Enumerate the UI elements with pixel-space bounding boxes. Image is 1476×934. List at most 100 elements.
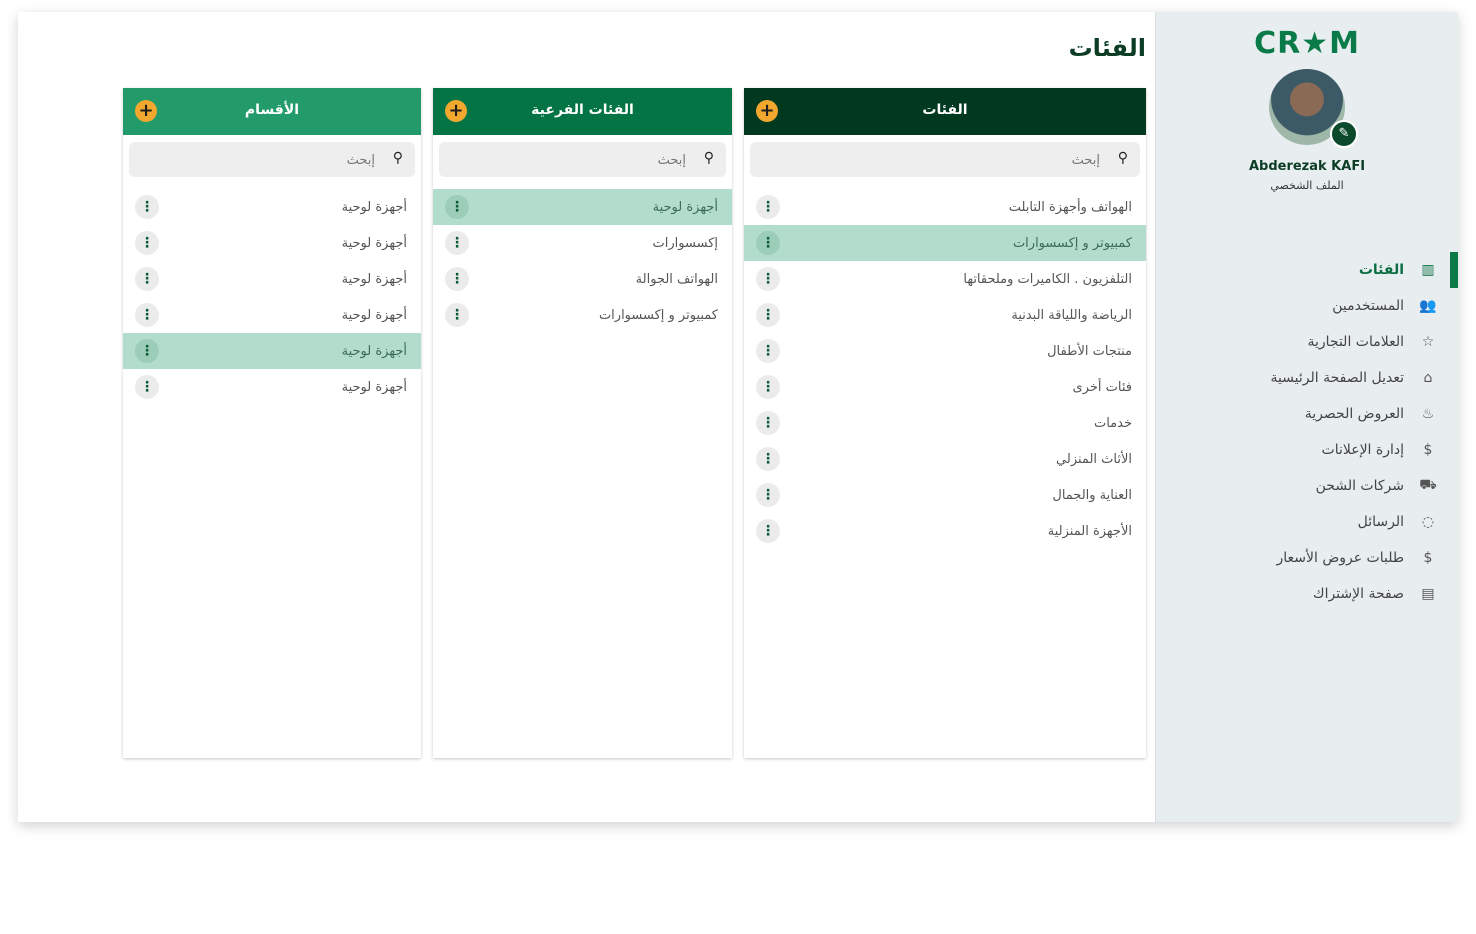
more-vertical-icon[interactable]: ⋮ [756,231,780,255]
categories-list-item[interactable]: التلفزيون . الكاميرات وملحقاتها ⋮ [744,261,1146,297]
list-item-label: أجهزة لوحية [341,307,407,323]
sections-panel: + الأقسام ⚲ أجهزة لوحية⋮أجهزة لوحية⋮أجهز… [123,88,421,758]
sidebar-item-label: الفئات [1358,262,1404,278]
sidebar-item-label: العلامات التجارية [1307,334,1404,350]
more-vertical-icon[interactable]: ⋮ [135,267,159,291]
sections-list-item[interactable]: أجهزة لوحية ⋮ [123,225,421,261]
more-vertical-icon[interactable]: ⋮ [135,231,159,255]
list-item-label: الأجهزة المنزلية [1047,523,1132,539]
more-vertical-icon[interactable]: ⋮ [445,267,469,291]
more-vertical-icon[interactable]: ⋮ [756,195,780,219]
more-vertical-icon[interactable]: ⋮ [445,303,469,327]
user-name: Abderezak KAFI [1248,159,1366,174]
search-icon: ⚲ [1117,150,1128,166]
categories-list-item[interactable]: الهواتف وأجهزة التابلت ⋮ [744,189,1146,225]
flame-icon: ♨ [1421,406,1435,422]
columns-icon: ▥ [1421,262,1435,278]
home-icon: ⌂ [1423,370,1433,386]
categories-panel: + الفئات ⚲ الهواتف وأجهزة التابلت⋮كمبيوت… [744,88,1146,758]
crom-logo[interactable]: CR★M [1156,26,1458,61]
subcategories-list-item[interactable]: أجهزة لوحية ⋮ [433,189,732,225]
sidebar-item-label: تعديل الصفحة الرئيسية [1270,370,1404,386]
profile-link[interactable]: الملف الشخصي [1156,179,1458,192]
subcategories-list-item[interactable]: إكسسوارات ⋮ [433,225,732,261]
list-item-label: العناية والجمال [1052,487,1132,503]
sidebar-item-9[interactable]: ▤ صفحة الإشتراك [1156,576,1458,612]
subcategories-list-item[interactable]: الهواتف الجوالة ⋮ [433,261,732,297]
search-icon: ⚲ [392,150,403,166]
categories-search-input[interactable] [758,142,1102,179]
sidebar-nav: ▥ الفئات 👥 المستخدمين ☆ العلامات التجارية ⌂ تعد… [1156,252,1458,612]
sections-search-input[interactable] [137,142,377,179]
sidebar-item-7[interactable]: ◌ الرسائل [1156,504,1458,540]
sections-list: أجهزة لوحية ⋮ أجهزة لوحية ⋮ أجهزة لوحية ⋮ أجهز… [123,189,421,405]
more-vertical-icon[interactable]: ⋮ [135,339,159,363]
sidebar-item-label: إدارة الإعلانات [1321,442,1404,458]
list-item-label: خدمات [1093,415,1132,431]
list-item-label: كمبيوتر و إكسسوارات [598,307,718,323]
sidebar-item-2[interactable]: ☆ العلامات التجارية [1156,324,1458,360]
sections-panel-title: الأقسام [244,102,300,118]
dollar-icon: $ [1423,442,1433,458]
sections-search: ⚲ [129,142,415,179]
categories-list-item[interactable]: العناية والجمال ⋮ [744,477,1146,513]
list-item-label: الرياضة واللياقة البدنية [1011,307,1132,323]
list-item-label: الهواتف الجوالة [635,271,718,287]
categories-list-item[interactable]: الرياضة واللياقة البدنية ⋮ [744,297,1146,333]
categories-list-item[interactable]: خدمات ⋮ [744,405,1146,441]
more-vertical-icon[interactable]: ⋮ [756,483,780,507]
list-item-label: إكسسوارات [652,235,718,251]
subcategories-list-item[interactable]: كمبيوتر و إكسسوارات ⋮ [433,297,732,333]
categories-list-item[interactable]: الأثاث المنزلي ⋮ [744,441,1146,477]
more-vertical-icon[interactable]: ⋮ [756,339,780,363]
subcategories-panel: + الفئات الفرعية ⚲ أجهزة لوحية⋮إكسسوارات… [433,88,732,758]
more-vertical-icon[interactable]: ⋮ [135,303,159,327]
sidebar-item-8[interactable]: $ طلبات عروض الأسعار [1156,540,1458,576]
sidebar-item-label: صفحة الإشتراك [1313,586,1404,602]
sidebar-item-3[interactable]: ⌂ تعديل الصفحة الرئيسية [1156,360,1458,396]
more-vertical-icon[interactable]: ⋮ [756,519,780,543]
categories-list-item[interactable]: الأجهزة المنزلية ⋮ [744,513,1146,549]
more-vertical-icon[interactable]: ⋮ [445,231,469,255]
list-item-label: أجهزة لوحية [652,199,718,215]
categories-list-item[interactable]: فئات أخرى ⋮ [744,369,1146,405]
list-item-label: الأثاث المنزلي [1056,451,1132,467]
more-vertical-icon[interactable]: ⋮ [135,375,159,399]
dollar-icon: $ [1423,550,1433,566]
list-item-label: أجهزة لوحية [341,235,407,251]
categories-list-item[interactable]: كمبيوتر و إكسسوارات ⋮ [744,225,1146,261]
users-icon: 👥 [1419,298,1437,314]
edit-pencil-icon[interactable]: ✎ [1330,120,1358,148]
more-vertical-icon[interactable]: ⋮ [445,195,469,219]
sidebar-item-0[interactable]: ▥ الفئات [1156,252,1458,288]
more-vertical-icon[interactable]: ⋮ [756,375,780,399]
sections-list-item[interactable]: أجهزة لوحية ⋮ [123,261,421,297]
sidebar-item-5[interactable]: $ إدارة الإعلانات [1156,432,1458,468]
more-vertical-icon[interactable]: ⋮ [756,303,780,327]
sections-list-item[interactable]: أجهزة لوحية ⋮ [123,189,421,225]
more-vertical-icon[interactable]: ⋮ [756,447,780,471]
list-item-label: فئات أخرى [1072,379,1132,395]
subcategories-search: ⚲ [439,142,726,179]
sections-list-item[interactable]: أجهزة لوحية ⋮ [123,333,421,369]
categories-panel-title: الفئات [922,102,968,118]
more-vertical-icon[interactable]: ⋮ [135,195,159,219]
categories-search: ⚲ [750,142,1140,179]
sidebar-item-4[interactable]: ♨ العروض الحصرية [1156,396,1458,432]
sections-list-item[interactable]: أجهزة لوحية ⋮ [123,297,421,333]
more-vertical-icon[interactable]: ⋮ [756,411,780,435]
search-icon: ⚲ [703,150,714,166]
more-vertical-icon[interactable]: ⋮ [756,267,780,291]
document-icon: ▤ [1421,586,1435,602]
sidebar: CR★M ✎ Abderezak KAFI الملف الشخصي ▥ الفئ… [1155,12,1458,822]
list-item-label: التلفزيون . الكاميرات وملحقاتها [963,271,1132,287]
list-item-label: أجهزة لوحية [341,343,407,359]
categories-list-item[interactable]: منتجات الأطفال ⋮ [744,333,1146,369]
star-icon: ☆ [1421,334,1435,350]
sidebar-item-1[interactable]: 👥 المستخدمين [1156,288,1458,324]
sidebar-item-label: الرسائل [1357,514,1404,530]
sidebar-item-label: طلبات عروض الأسعار [1276,550,1405,566]
sections-list-item[interactable]: أجهزة لوحية ⋮ [123,369,421,405]
sidebar-item-6[interactable]: ⛟ شركات الشحن [1156,468,1458,504]
subcategories-search-input[interactable] [447,142,688,179]
